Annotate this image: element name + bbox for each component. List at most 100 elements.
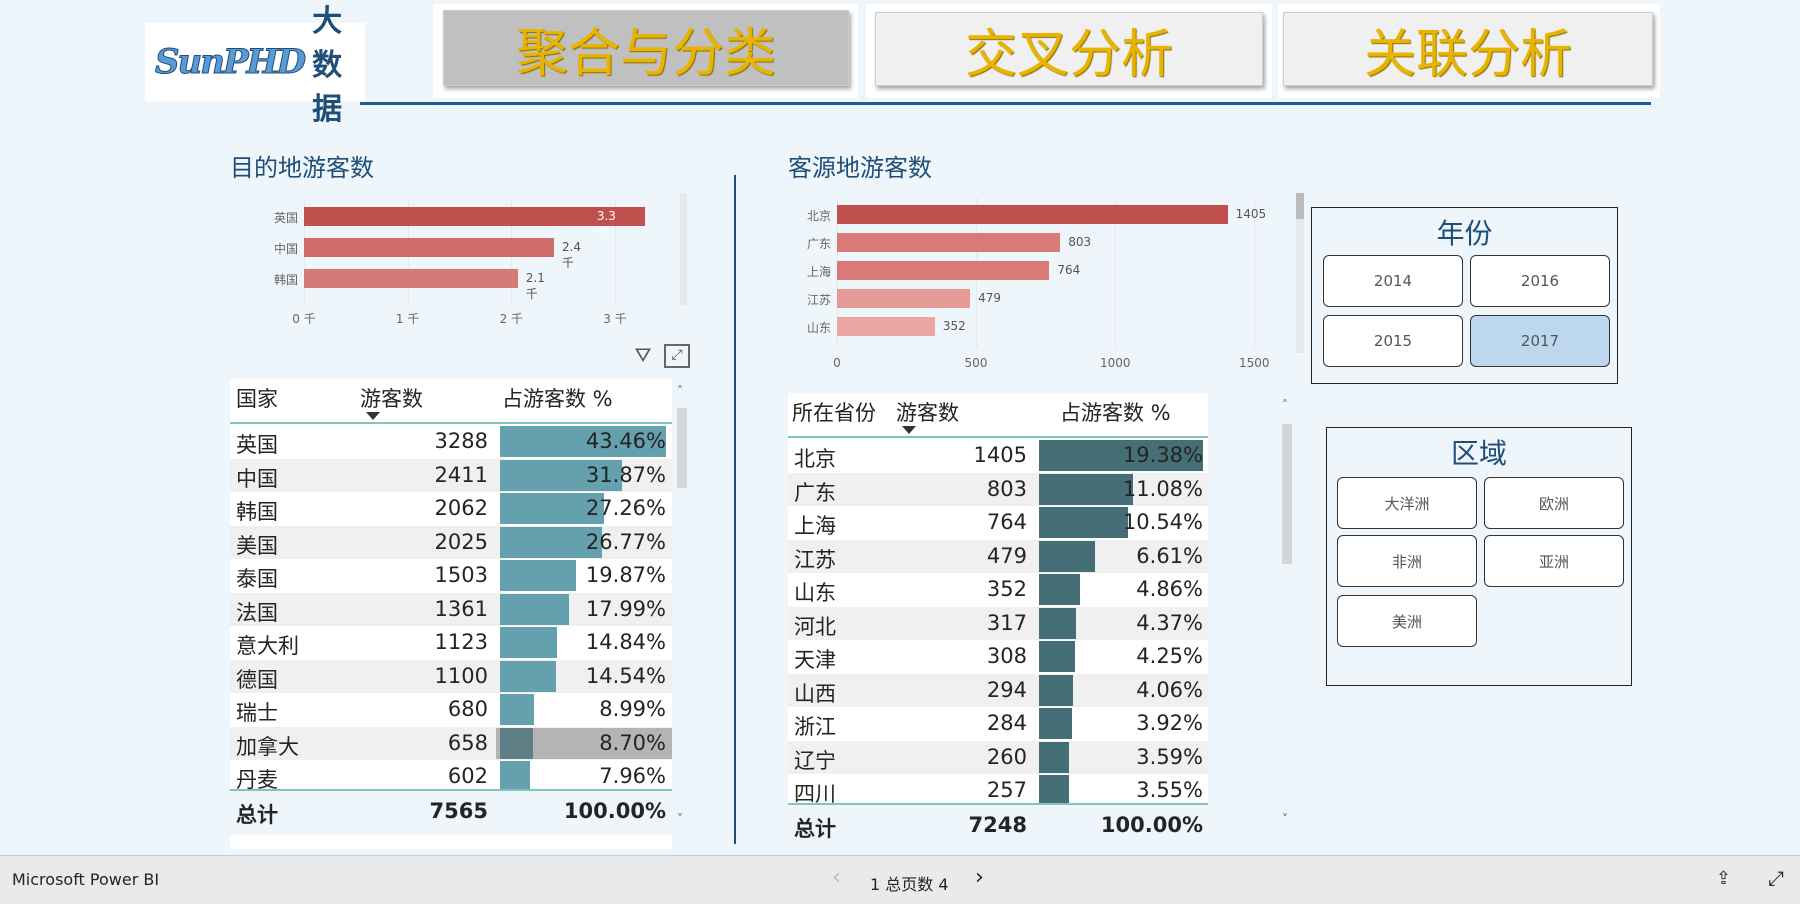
column-header[interactable]: 游客数 (360, 383, 423, 413)
row-label: 江苏 (794, 547, 836, 572)
table-scrollbar[interactable] (1282, 424, 1292, 564)
table-row[interactable]: 广东 803 11.08% (788, 472, 1208, 506)
bar[interactable] (304, 238, 554, 257)
table-row[interactable]: 英国 3288 43.46% (230, 425, 672, 459)
table-row[interactable]: 北京 1405 19.38% (788, 439, 1208, 473)
x-tick-label: 1500 (1239, 356, 1270, 370)
row-percent: 19.87% (585, 563, 666, 587)
data-label: 803 (1068, 235, 1092, 249)
column-header[interactable]: 占游客数 % (502, 383, 613, 413)
data-label: 3.3 千 (596, 209, 616, 239)
table-row[interactable]: 江苏 479 6.61% (788, 539, 1208, 573)
row-label: 韩国 (236, 500, 278, 524)
table-row[interactable]: 意大利 1123 14.84% (230, 626, 672, 660)
share-icon[interactable]: ⇪ (1716, 868, 1731, 889)
prev-page-icon[interactable]: ‹ (832, 865, 841, 890)
row-label: 天津 (794, 648, 836, 672)
bar[interactable] (304, 207, 645, 226)
data-label: 2.4 千 (561, 240, 582, 270)
column-header[interactable]: 国家 (236, 383, 278, 413)
scroll-down-icon[interactable]: ˅ (1282, 812, 1288, 826)
scroll-up-icon[interactable]: ˄ (1282, 398, 1288, 412)
column-header[interactable]: 占游客数 % (1060, 397, 1171, 427)
table-row[interactable]: 泰国 1503 19.87% (230, 559, 672, 593)
region-option[interactable]: 美洲 (1337, 595, 1477, 647)
year-option-2016[interactable]: 2016 (1470, 255, 1610, 307)
next-page-icon[interactable]: › (975, 865, 984, 890)
category-label: 上海 (806, 265, 831, 279)
column-header[interactable]: 所在省份 (792, 397, 876, 427)
table-row[interactable]: 辽宁 260 3.59% (788, 740, 1208, 774)
table-row[interactable]: 天津 308 4.25% (788, 640, 1208, 674)
region-option[interactable]: 欧洲 (1484, 477, 1624, 529)
table-scrollbar[interactable] (677, 408, 687, 488)
region-option[interactable]: 亚洲 (1484, 535, 1624, 587)
category-label: 北京 (806, 209, 831, 223)
header-divider (230, 422, 672, 424)
sort-desc-icon[interactable] (902, 426, 916, 434)
table-row[interactable]: 瑞士 680 8.99% (230, 693, 672, 727)
row-count: 2411 (434, 462, 488, 487)
table-row[interactable]: 加拿大 658 8.70% (230, 726, 672, 760)
logo-suffix: 大数据 (312, 4, 343, 127)
sort-desc-icon[interactable] (366, 412, 380, 420)
year-option-2015[interactable]: 2015 (1323, 315, 1463, 367)
row-percent: 6.61% (1136, 543, 1203, 568)
nav-button-association[interactable]: 关联分析 (1283, 12, 1653, 86)
bar[interactable] (837, 205, 1228, 224)
year-slicer: 年份 2014 2016 2015 2017 (1311, 207, 1618, 384)
total-percent: 100.00% (1100, 813, 1203, 837)
origin-table: 所在省份 游客数 占游客数 % 北京 1405 19.38% 广东 803 11.08% 上海 76… (788, 393, 1208, 849)
nav-button-aggregate[interactable]: 聚合与分类 (443, 10, 849, 86)
year-option-2014[interactable]: 2014 (1323, 255, 1463, 307)
page-indicator: 1 总页数 4 (870, 875, 949, 894)
table-row[interactable]: 浙江 284 3.92% (788, 707, 1208, 741)
row-count: 3288 (434, 429, 488, 453)
bar[interactable] (304, 269, 518, 288)
bar[interactable] (837, 317, 935, 336)
total-percent: 100.00% (563, 799, 666, 823)
row-percent: 14.54% (585, 663, 666, 688)
header-divider (788, 436, 1208, 438)
nav-button-cross[interactable]: 交叉分析 (875, 12, 1263, 86)
chart-scrollbar[interactable] (680, 193, 687, 305)
row-percent: 4.37% (1136, 610, 1203, 635)
row-label: 广东 (794, 480, 836, 505)
row-percent: 4.06% (1136, 677, 1203, 702)
row-percent: 26.77% (585, 529, 666, 554)
table-row[interactable]: 韩国 2062 27.26% (230, 492, 672, 526)
row-percent: 43.46% (585, 429, 666, 453)
total-row: 总计 7248 100.00% (788, 803, 1208, 849)
focus-mode-icon[interactable]: ⤢ (664, 344, 690, 368)
table-row[interactable]: 河北 317 4.37% (788, 606, 1208, 640)
region-option[interactable]: 非洲 (1337, 535, 1477, 587)
year-option-2017[interactable]: 2017 (1470, 315, 1610, 367)
chart-scrollbar-thumb[interactable] (1296, 193, 1304, 219)
x-tick-label: 500 (964, 356, 988, 370)
origin-title: 客源地游客数 (788, 154, 932, 182)
scroll-up-icon[interactable]: ˄ (677, 384, 683, 398)
table-row[interactable]: 中国 2411 31.87% (230, 458, 672, 492)
table-row[interactable]: 德国 1100 14.54% (230, 659, 672, 693)
row-count: 260 (986, 744, 1027, 769)
table-row[interactable]: 山西 294 4.06% (788, 673, 1208, 707)
region-option[interactable]: 大洋洲 (1337, 477, 1477, 529)
filter-icon[interactable]: ⛛ (630, 343, 656, 369)
fullscreen-icon[interactable]: ⤢ (1768, 866, 1784, 890)
table-row[interactable]: 山东 352 4.86% (788, 573, 1208, 607)
logo-text: SunPHD (154, 42, 306, 83)
bar[interactable] (837, 233, 1061, 252)
bar[interactable] (837, 289, 971, 308)
category-label: 英国 (273, 211, 298, 225)
scroll-down-icon[interactable]: ˅ (677, 812, 683, 826)
table-row[interactable]: 上海 764 10.54% (788, 506, 1208, 540)
column-header[interactable]: 游客数 (896, 397, 959, 427)
bar[interactable] (837, 261, 1050, 280)
region-slicer-title: 区域 (1450, 437, 1507, 470)
total-label: 总计 (236, 803, 278, 827)
table-row[interactable]: 美国 2025 26.77% (230, 525, 672, 559)
row-count: 317 (986, 610, 1027, 635)
table-row[interactable]: 法国 1361 17.99% (230, 592, 672, 626)
row-percent: 4.86% (1136, 577, 1203, 601)
category-label: 中国 (273, 242, 298, 256)
